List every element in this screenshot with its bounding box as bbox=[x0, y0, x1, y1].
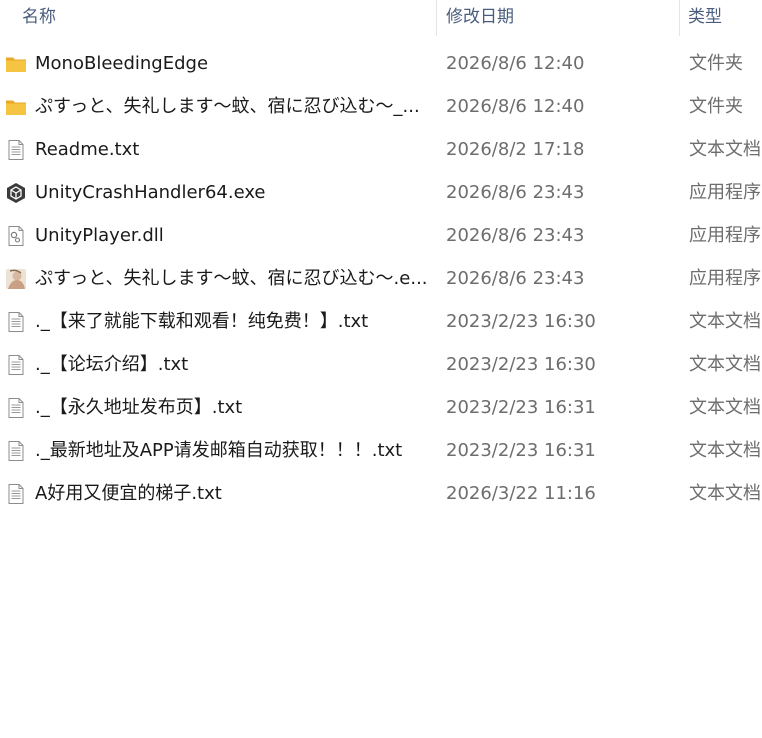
text-file-icon bbox=[5, 311, 27, 333]
file-type: 文本文档 bbox=[689, 354, 761, 375]
file-name[interactable]: ぷすっと、失礼します～蚊、宿に忍び込む～.e... bbox=[35, 257, 427, 300]
file-row[interactable]: ._最新地址及APP请发邮箱自动获取！！！.txt 2023/2/23 16:31… bbox=[0, 429, 762, 472]
file-type: 文本文档 bbox=[689, 440, 761, 461]
text-file-icon bbox=[5, 139, 27, 161]
file-type: 文件夹 bbox=[689, 96, 743, 117]
text-file-icon bbox=[5, 397, 27, 419]
file-modified-date: 2026/8/6 23:43 bbox=[446, 268, 585, 289]
file-row[interactable]: A好用又便宜的梯子.txt 2026/3/22 11:16 文本文档 bbox=[0, 472, 762, 515]
file-name[interactable]: ._【来了就能下载和观看！纯免费！】.txt bbox=[35, 300, 368, 343]
file-row[interactable]: ._【论坛介绍】.txt 2023/2/23 16:30 文本文档 bbox=[0, 343, 762, 386]
file-row[interactable]: ぷすっと、失礼します～蚊、宿に忍び込む～_... 2026/8/6 12:40 文件… bbox=[0, 85, 762, 128]
file-modified-date: 2026/8/6 23:43 bbox=[446, 225, 585, 246]
file-row[interactable]: UnityCrashHandler64.exe 2026/8/6 23:43 应用程… bbox=[0, 171, 762, 214]
file-type: 文本文档 bbox=[689, 397, 761, 418]
folder-icon bbox=[5, 96, 27, 118]
file-name[interactable]: UnityCrashHandler64.exe bbox=[35, 171, 266, 214]
column-header-type[interactable]: 类型 bbox=[688, 0, 722, 36]
file-type: 文本文档 bbox=[689, 139, 761, 160]
folder-icon bbox=[5, 53, 27, 75]
file-modified-date: 2023/2/23 16:31 bbox=[446, 440, 596, 461]
file-name[interactable]: ._【论坛介绍】.txt bbox=[35, 343, 188, 386]
file-name[interactable]: ._最新地址及APP请发邮箱自动获取！！！.txt bbox=[35, 429, 402, 472]
file-row[interactable]: ._【来了就能下载和观看！纯免费！】.txt 2023/2/23 16:30 文本文… bbox=[0, 300, 762, 343]
column-header-name[interactable]: 名称 bbox=[22, 0, 56, 36]
file-row[interactable]: ぷすっと、失礼します～蚊、宿に忍び込む～.e... 2026/8/6 23:43 应… bbox=[0, 257, 762, 300]
file-type: 文本文档 bbox=[689, 311, 761, 332]
file-type: 文本文档 bbox=[689, 483, 761, 504]
text-file-icon bbox=[5, 440, 27, 462]
file-type: 应用程序 bbox=[689, 268, 761, 289]
column-header-bar: 名称 ⌃ 修改日期 类型 bbox=[0, 0, 762, 36]
dll-file-icon bbox=[5, 225, 27, 247]
file-name[interactable]: Readme.txt bbox=[35, 128, 139, 171]
file-row[interactable]: ._【永久地址发布页】.txt 2023/2/23 16:31 文本文档 bbox=[0, 386, 762, 429]
file-modified-date: 2026/8/6 23:43 bbox=[446, 182, 585, 203]
file-name[interactable]: A好用又便宜的梯子.txt bbox=[35, 472, 222, 515]
column-divider[interactable] bbox=[436, 0, 437, 36]
sort-chevron-icon: ⌃ bbox=[218, 0, 229, 7]
file-name[interactable]: ぷすっと、失礼します～蚊、宿に忍び込む～_... bbox=[35, 85, 420, 128]
file-list: MonoBleedingEdge 2026/8/6 12:40 文件夹 ぷすっと、失… bbox=[0, 42, 762, 515]
unity-exe-icon bbox=[5, 182, 27, 204]
file-row[interactable]: MonoBleedingEdge 2026/8/6 12:40 文件夹 bbox=[0, 42, 762, 85]
file-type: 文件夹 bbox=[689, 53, 743, 74]
file-modified-date: 2023/2/23 16:30 bbox=[446, 311, 596, 332]
file-modified-date: 2026/8/6 12:40 bbox=[446, 53, 585, 74]
file-name[interactable]: ._【永久地址发布页】.txt bbox=[35, 386, 242, 429]
text-file-icon bbox=[5, 354, 27, 376]
text-file-icon bbox=[5, 483, 27, 505]
file-name[interactable]: UnityPlayer.dll bbox=[35, 214, 164, 257]
column-divider[interactable] bbox=[679, 0, 680, 36]
file-row[interactable]: Readme.txt 2026/8/2 17:18 文本文档 bbox=[0, 128, 762, 171]
file-modified-date: 2026/8/2 17:18 bbox=[446, 139, 585, 160]
file-type: 应用程序 bbox=[689, 182, 761, 203]
file-explorer-list-view: 名称 ⌃ 修改日期 类型 MonoBleedingEdge 2026/8/6 12… bbox=[0, 0, 762, 738]
file-modified-date: 2023/2/23 16:30 bbox=[446, 354, 596, 375]
file-type: 应用程序 bbox=[689, 225, 761, 246]
column-header-date[interactable]: 修改日期 bbox=[446, 0, 514, 36]
file-name[interactable]: MonoBleedingEdge bbox=[35, 42, 208, 85]
game-exe-icon bbox=[5, 268, 27, 290]
file-row[interactable]: UnityPlayer.dll 2026/8/6 23:43 应用程序 bbox=[0, 214, 762, 257]
file-modified-date: 2026/8/6 12:40 bbox=[446, 96, 585, 117]
file-modified-date: 2023/2/23 16:31 bbox=[446, 397, 596, 418]
file-modified-date: 2026/3/22 11:16 bbox=[446, 483, 596, 504]
